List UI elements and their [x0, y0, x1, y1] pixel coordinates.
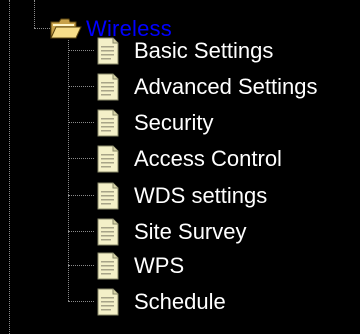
tree-item-wps[interactable]: WPS — [95, 251, 184, 281]
tree-item-basic-settings[interactable]: Basic Settings — [95, 36, 273, 66]
document-icon — [95, 182, 121, 210]
navigation-tree: Wireless Basic Settings Advanced Setting… — [0, 0, 360, 334]
tree-guide-top — [34, 0, 35, 28]
document-icon — [95, 288, 121, 316]
tree-item-label: Basic Settings — [134, 38, 274, 63]
tree-item-access-control[interactable]: Access Control — [95, 144, 282, 174]
document-icon — [95, 218, 121, 246]
tree-item-label: Security — [134, 110, 214, 135]
tree-item-wds-settings[interactable]: WDS settings — [95, 181, 267, 211]
tree-guide-item — [68, 265, 94, 266]
tree-item-label: Access Control — [134, 146, 282, 171]
tree-guide-root — [9, 0, 10, 334]
tree-item-label: WDS settings — [134, 183, 268, 208]
tree-guide-children — [68, 40, 69, 301]
document-icon — [95, 37, 121, 65]
tree-item-label: Schedule — [134, 289, 226, 314]
tree-item-label: WPS — [134, 253, 185, 278]
document-icon — [95, 109, 121, 137]
document-icon — [95, 252, 121, 280]
tree-guide-item — [68, 195, 94, 196]
tree-item-advanced-settings[interactable]: Advanced Settings — [95, 72, 317, 102]
tree-guide-item — [68, 50, 94, 51]
tree-item-site-survey[interactable]: Site Survey — [95, 217, 247, 247]
tree-guide-item — [68, 231, 94, 232]
document-icon — [95, 73, 121, 101]
tree-guide-item — [68, 122, 94, 123]
tree-item-schedule[interactable]: Schedule — [95, 287, 226, 317]
tree-guide-item — [68, 86, 94, 87]
open-folder-icon — [50, 16, 82, 42]
tree-item-label: Site Survey — [134, 219, 247, 244]
document-icon — [95, 145, 121, 173]
tree-item-security[interactable]: Security — [95, 108, 213, 138]
tree-guide-item — [68, 158, 94, 159]
tree-guide-item — [68, 301, 94, 302]
tree-item-label: Advanced Settings — [134, 74, 318, 99]
